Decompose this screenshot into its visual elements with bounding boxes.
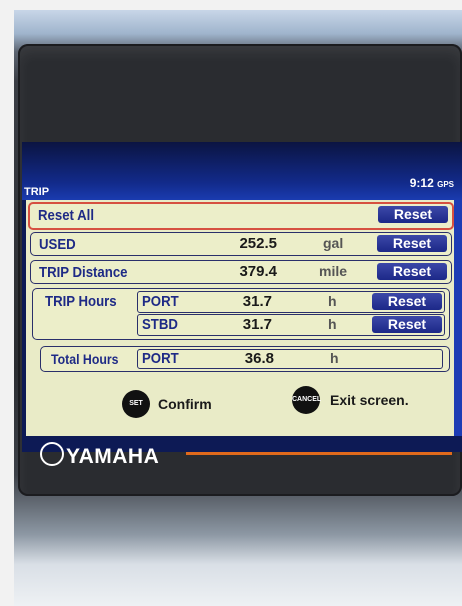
exit-screen-hint: Exit screen. bbox=[330, 392, 409, 408]
accent-line bbox=[186, 452, 452, 455]
cancel-key-icon[interactable]: CANCEL bbox=[292, 386, 321, 414]
brand-name: YAMAHA bbox=[66, 445, 160, 468]
display-screen: TRIP 9:12 GPS Reset All Reset USED 252.5… bbox=[22, 142, 462, 452]
trip-distance-reset-button[interactable]: Reset bbox=[377, 263, 447, 280]
trip-hours-stbd-unit: h bbox=[328, 316, 337, 332]
trip-distance-value: 379.4 bbox=[239, 263, 277, 280]
trip-hours-stbd-label: STBD bbox=[142, 316, 178, 333]
trip-hours-row: TRIP Hours PORT 31.7 h Reset STBD 31.7 h… bbox=[32, 288, 450, 340]
clock-time: 9:12 bbox=[409, 176, 434, 190]
total-hours-row: Total Hours PORT 36.8 h bbox=[40, 346, 450, 372]
set-key-icon[interactable]: SET bbox=[122, 390, 150, 418]
trip-hours-port-value: 31.7 bbox=[242, 293, 272, 310]
used-label: USED bbox=[39, 236, 76, 253]
trip-distance-label: TRIP Distance bbox=[39, 264, 128, 281]
trip-hours-label: TRIP Hours bbox=[45, 293, 117, 310]
used-value: 252.5 bbox=[239, 235, 277, 252]
trip-distance-unit: mile bbox=[319, 263, 348, 279]
gps-label: GPS bbox=[437, 180, 454, 189]
reset-all-button[interactable]: Reset bbox=[378, 206, 448, 223]
reset-all-row[interactable]: Reset All Reset bbox=[28, 202, 454, 230]
trip-hours-stbd-value: 31.7 bbox=[242, 316, 272, 333]
total-hours-port-value: 36.8 bbox=[244, 350, 274, 367]
tuning-fork-emblem-icon bbox=[40, 442, 64, 466]
trip-hours-stbd-row[interactable]: STBD 31.7 h Reset bbox=[137, 314, 445, 336]
trip-hours-port-row[interactable]: PORT 31.7 h Reset bbox=[137, 291, 445, 313]
yamaha-logo: YAMAHA bbox=[40, 442, 159, 469]
reset-all-label: Reset All bbox=[38, 207, 95, 224]
top-bar: TRIP 9:12 GPS bbox=[22, 142, 462, 200]
total-hours-port-unit: h bbox=[330, 350, 339, 366]
trip-hours-port-unit: h bbox=[328, 293, 337, 309]
clock: 9:12 GPS bbox=[410, 176, 454, 190]
trip-hours-port-reset-button[interactable]: Reset bbox=[372, 293, 442, 310]
total-hours-label: Total Hours bbox=[51, 351, 119, 367]
trip-hours-port-label: PORT bbox=[142, 293, 179, 310]
total-hours-port-label: PORT bbox=[142, 350, 179, 367]
used-reset-button[interactable]: Reset bbox=[377, 235, 447, 252]
photo-frame: TRIP 9:12 GPS Reset All Reset USED 252.5… bbox=[14, 10, 462, 606]
trip-distance-row[interactable]: TRIP Distance 379.4 mile Reset bbox=[30, 260, 452, 284]
right-rail bbox=[454, 200, 462, 436]
trip-hours-stbd-reset-button[interactable]: Reset bbox=[372, 316, 442, 333]
display-bezel: TRIP 9:12 GPS Reset All Reset USED 252.5… bbox=[18, 44, 462, 496]
used-row[interactable]: USED 252.5 gal Reset bbox=[30, 232, 452, 256]
confirm-hint: Confirm bbox=[158, 396, 212, 412]
used-unit: gal bbox=[323, 235, 344, 251]
total-hours-port-row: PORT 36.8 h bbox=[137, 349, 443, 369]
trip-panel: Reset All Reset USED 252.5 gal Reset TRI… bbox=[26, 200, 454, 436]
screen-title: TRIP bbox=[24, 186, 50, 198]
